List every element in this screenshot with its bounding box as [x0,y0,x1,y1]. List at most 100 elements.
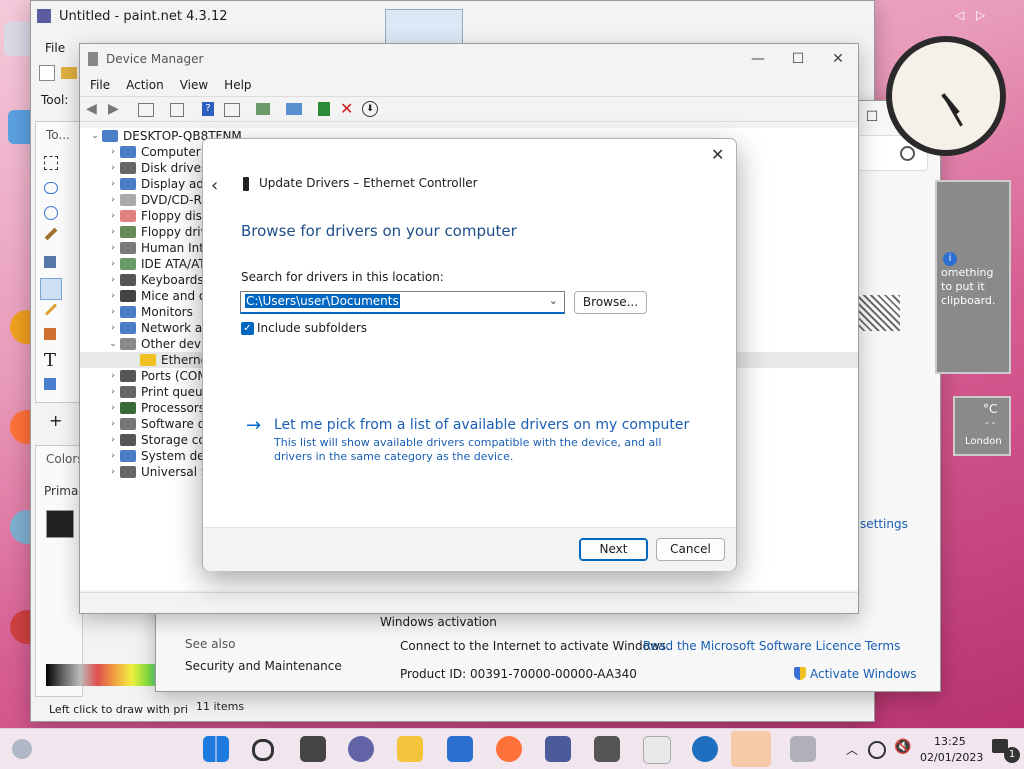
chevron-right-icon[interactable]: › [106,256,120,272]
monitor-icon[interactable] [286,103,302,115]
camera-icon[interactable] [594,736,620,762]
chevron-right-icon[interactable]: › [106,368,120,384]
clock-date[interactable]: 02/01/2023 [920,751,983,764]
browse-button[interactable]: Browse... [574,291,647,314]
pencil-icon[interactable] [44,303,58,316]
chevron-right-icon[interactable]: › [106,176,120,192]
chevron-right-icon[interactable]: › [106,464,120,480]
paintnet-open-icon[interactable] [61,67,77,79]
task-view-icon[interactable] [300,736,326,762]
scan-hardware-icon[interactable] [256,103,270,115]
update-driver-icon[interactable] [318,102,330,116]
chevron-right-icon[interactable]: › [106,288,120,304]
shapes-icon[interactable] [44,378,56,390]
dialog-close-icon[interactable]: ✕ [711,145,724,164]
chevron-right-icon[interactable]: › [106,240,120,256]
start-icon[interactable] [203,736,229,762]
system-taskbar-icon[interactable] [790,736,816,762]
help-icon[interactable]: ? [202,102,214,116]
chevron-right-icon[interactable]: › [106,320,120,336]
chevron-right-icon[interactable]: › [106,144,120,160]
device-manager-titlebar[interactable]: Device Manager — ☐ ✕ [80,44,858,74]
settings-taskbar-icon[interactable] [692,736,718,762]
search-taskbar-icon[interactable] [252,739,274,761]
menu-file[interactable]: File [82,78,118,92]
clock-time[interactable]: 13:25 [934,735,966,748]
next-button[interactable]: Next [579,538,648,561]
show-hide-icon[interactable] [170,103,184,117]
licence-link[interactable]: Read the Microsoft Software Licence Term… [643,639,900,653]
include-subfolders-label[interactable]: Include subfolders [257,321,367,335]
chevron-right-icon[interactable]: › [106,272,120,288]
chevron-right-icon[interactable]: › [106,448,120,464]
menu-help[interactable]: Help [216,78,259,92]
pick-driver-link[interactable]: Let me pick from a list of available dri… [274,417,689,433]
path-input[interactable]: C:\Users\user\Documents [245,294,400,308]
device-manager-taskbar-item[interactable] [731,731,771,767]
device-category-icon [120,338,136,350]
paintnet-status-text: Left click to draw with pri [49,703,188,716]
chevron-right-icon[interactable]: › [106,160,120,176]
forward-arrow-icon[interactable]: ▶ [108,101,119,117]
chevron-right-icon[interactable]: › [106,400,120,416]
search-icon[interactable] [900,146,915,161]
paintnet-taskbar-icon[interactable] [545,736,571,762]
paintnet-new-icon[interactable] [39,65,55,81]
paintbrush-icon[interactable] [40,278,62,300]
chevron-right-icon[interactable]: › [106,224,120,240]
primary-color-swatch[interactable] [46,510,74,538]
next-arrow-icon[interactable]: ▷ [976,8,985,22]
notepad-icon[interactable] [643,736,671,764]
download-icon[interactable]: ⬇ [362,101,378,117]
firefox-icon[interactable] [496,736,522,762]
minimize-icon[interactable]: — [738,51,778,67]
chevron-down-icon[interactable]: ⌄ [106,336,120,352]
mute-icon[interactable]: 🔇 [894,739,911,755]
back-chevron-icon[interactable]: ‹ [211,175,218,196]
lasso-icon[interactable] [44,182,58,194]
chevron-right-icon[interactable]: › [106,384,120,400]
text-tool-icon[interactable]: T [44,350,56,371]
add-icon[interactable]: + [49,411,62,430]
primary-color-select[interactable]: Prima [44,484,78,498]
chevron-right-icon[interactable]: › [106,432,120,448]
include-subfolders-checkbox[interactable]: ✓ [241,322,254,335]
chevron-right-icon[interactable]: › [106,304,120,320]
chevron-down-icon[interactable]: ⌄ [549,294,558,307]
chevron-right-icon[interactable]: › [106,416,120,432]
menu-view[interactable]: View [172,78,216,92]
security-maintenance-link[interactable]: Security and Maintenance [185,659,342,673]
pick-arrow-icon[interactable]: → [246,415,261,436]
file-explorer-icon[interactable] [397,736,423,762]
prev-arrow-icon[interactable]: ◁ [955,8,964,22]
paint-bucket-icon[interactable] [44,256,56,268]
chevron-right-icon[interactable]: › [106,208,120,224]
rectangle-select-icon[interactable] [44,156,58,170]
ellipse-select-icon[interactable] [44,206,58,220]
chevron-up-icon[interactable]: ︿ [846,741,858,758]
settings-link[interactable]: settings [860,517,908,531]
colors-panel: Colors Prima [35,445,166,697]
color-palette[interactable] [46,664,166,686]
device-manager-app-icon [88,52,98,66]
widgets-icon[interactable] [12,739,32,759]
clone-stamp-icon[interactable] [44,328,56,340]
device-category-icon [120,402,136,414]
back-arrow-icon[interactable]: ◀ [86,101,97,117]
menu-action[interactable]: Action [118,78,172,92]
magic-wand-icon[interactable] [44,227,58,241]
globe-icon[interactable] [868,741,886,759]
maximize-icon[interactable]: ☐ [778,51,818,67]
close-icon[interactable]: ✕ [818,51,858,67]
properties-icon[interactable] [138,103,154,117]
activate-windows-link[interactable]: Activate Windows [810,667,917,681]
chevron-right-icon[interactable]: › [106,192,120,208]
paintnet-menu-file[interactable]: File [45,41,65,55]
path-combobox[interactable]: C:\Users\user\Documents ⌄ [240,291,565,314]
teams-icon[interactable] [348,736,374,762]
cancel-button[interactable]: Cancel [656,538,725,561]
device-manager-title: Device Manager [106,52,204,66]
view-icon[interactable] [224,103,240,117]
uninstall-icon[interactable]: ✕ [340,99,353,118]
store-icon[interactable] [447,736,473,762]
